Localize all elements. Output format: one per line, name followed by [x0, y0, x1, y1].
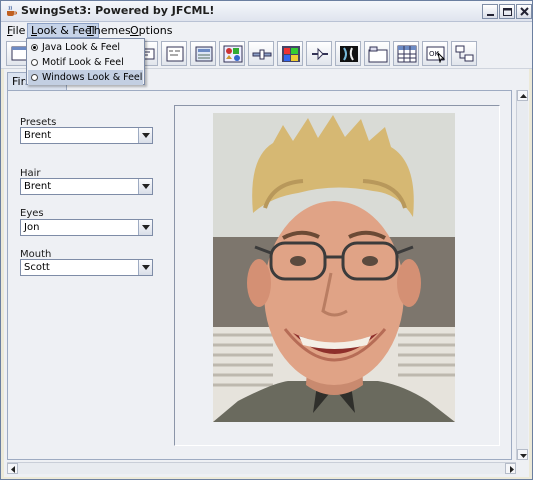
minimize-icon	[487, 14, 494, 16]
presets-combo[interactable]: Brent	[20, 127, 153, 144]
menu-options-label: ptions	[138, 24, 173, 37]
minimize-button[interactable]	[482, 4, 498, 19]
hair-value: Brent	[24, 181, 52, 192]
option-pane-icon: OK	[426, 46, 446, 63]
mouth-value: Scott	[24, 262, 50, 273]
eyes-label: Eyes	[20, 208, 44, 219]
tree-button[interactable]	[306, 41, 332, 66]
option-pane-button[interactable]: OK	[422, 41, 448, 66]
scroll-down-button[interactable]	[517, 449, 528, 460]
chevron-down-icon[interactable]	[138, 260, 152, 275]
tabbed-pane-icon	[368, 46, 388, 63]
list-icon	[195, 46, 213, 62]
layout-icon	[455, 45, 474, 62]
color-chooser-icon	[282, 46, 300, 62]
layout-button[interactable]	[451, 41, 477, 66]
menu-file[interactable]: File	[4, 23, 28, 38]
split-pane-icon	[340, 46, 358, 62]
scroll-left-button[interactable]	[7, 463, 18, 474]
menu-options[interactable]: Options	[127, 23, 175, 38]
menu-themes-mnemonic: T	[87, 24, 94, 37]
tree-icon	[312, 47, 328, 61]
list-button[interactable]	[190, 41, 216, 66]
chevron-down-icon[interactable]	[138, 128, 152, 143]
radio-selected-icon	[31, 44, 38, 51]
scroll-left-icon	[11, 466, 15, 473]
eyes-value: Jon	[24, 222, 40, 233]
checkbox-icon	[223, 45, 243, 63]
color-chooser-button[interactable]	[277, 41, 303, 66]
close-button[interactable]	[516, 4, 532, 19]
menu-item-java-laf[interactable]: Java Look & Feel	[28, 40, 143, 55]
checkbox-button[interactable]	[219, 41, 245, 66]
close-icon	[520, 7, 529, 16]
presets-value: Brent	[24, 130, 52, 141]
menu-bar: File Look & Feel Themes Options	[1, 22, 532, 39]
maximize-icon	[503, 8, 512, 16]
eyes-combo[interactable]: Jon	[20, 219, 153, 236]
tabbed-pane-button[interactable]	[364, 41, 390, 66]
menu-item-motif-laf-label: Motif Look & Feel	[42, 57, 124, 68]
hair-combo[interactable]: Brent	[20, 178, 153, 195]
java-cup-icon	[7, 5, 17, 16]
title-bar[interactable]: SwingSet3: Powered by JFCML!	[1, 1, 532, 22]
radio-unselected-icon	[31, 74, 38, 81]
menu-file-label: ile	[12, 24, 26, 37]
maximize-button[interactable]	[499, 4, 515, 19]
slider-button[interactable]	[248, 41, 274, 66]
menu-item-windows-laf-label: Windows Look & Feel	[42, 72, 143, 83]
text-area-icon	[166, 46, 184, 62]
slider-icon	[252, 49, 272, 60]
scroll-up-button[interactable]	[517, 90, 528, 101]
mouth-combo[interactable]: Scott	[20, 259, 153, 276]
menu-item-windows-laf[interactable]: Windows Look & Feel	[28, 70, 143, 85]
face-photo	[213, 113, 455, 422]
table-icon	[397, 45, 417, 63]
look-and-feel-menu: Java Look & Feel Motif Look & Feel Windo…	[26, 38, 145, 85]
scroll-right-button[interactable]	[505, 463, 516, 474]
menu-themes-label: hemes	[93, 24, 131, 37]
menu-options-mnemonic: O	[130, 24, 139, 37]
scroll-down-icon	[520, 454, 527, 458]
menu-item-motif-laf[interactable]: Motif Look & Feel	[28, 55, 143, 70]
window-title: SwingSet3: Powered by JFCML!	[21, 4, 215, 17]
split-pane-button[interactable]	[335, 41, 361, 66]
scroll-up-icon	[520, 94, 527, 98]
radio-unselected-icon	[31, 59, 38, 66]
menu-item-java-laf-label: Java Look & Feel	[42, 42, 121, 53]
scroll-right-icon	[510, 466, 514, 473]
swingset-window: SwingSet3: Powered by JFCML! File Look &…	[0, 0, 533, 480]
vertical-scrollbar[interactable]	[516, 90, 528, 460]
table-button[interactable]	[393, 41, 419, 66]
text-area-button[interactable]	[161, 41, 187, 66]
horizontal-scrollbar[interactable]	[7, 462, 516, 474]
chevron-down-icon[interactable]	[138, 220, 152, 235]
chevron-down-icon[interactable]	[138, 179, 152, 194]
